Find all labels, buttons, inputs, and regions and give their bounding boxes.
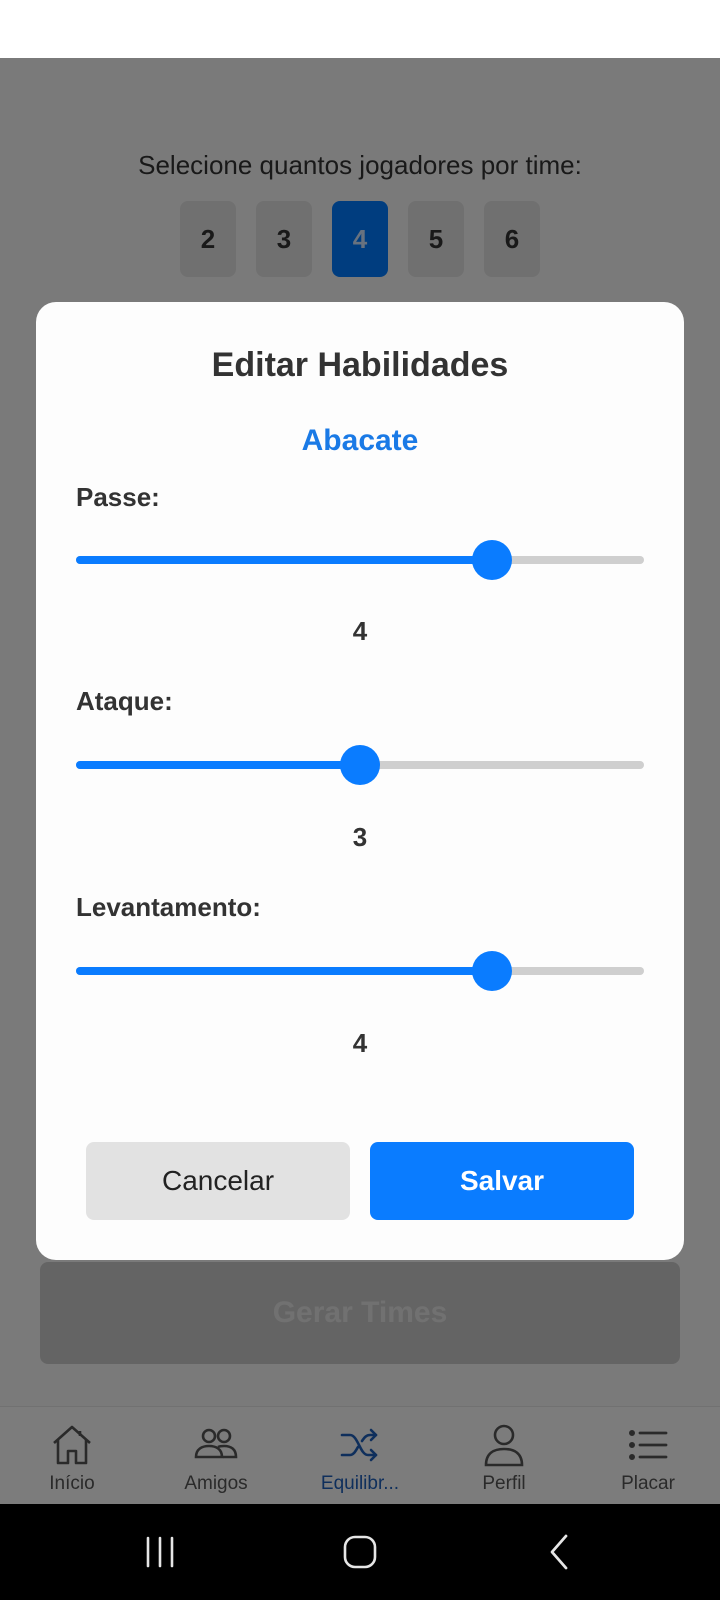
- recent-apps-icon[interactable]: [138, 1530, 182, 1574]
- skill-label-levantamento: Levantamento:: [76, 892, 261, 922]
- back-icon[interactable]: [538, 1530, 582, 1574]
- player-name: Abacate: [301, 424, 419, 457]
- status-bar: [0, 0, 720, 58]
- slider-thumb[interactable]: [472, 951, 512, 991]
- skill-label-passe: Passe:: [76, 482, 160, 512]
- slider-thumb[interactable]: [472, 540, 512, 580]
- skill-value-passe: 4: [352, 616, 368, 646]
- edit-skills-modal: Editar Habilidades Abacate Passe: 4 Ataq…: [36, 302, 684, 1260]
- slider-fill: [76, 761, 360, 769]
- home-button-icon[interactable]: [338, 1530, 382, 1574]
- slider-fill: [76, 967, 492, 975]
- slider-passe[interactable]: [76, 540, 644, 580]
- cancel-button[interactable]: Cancelar: [86, 1142, 350, 1220]
- slider-ataque[interactable]: [76, 745, 644, 785]
- slider-thumb[interactable]: [340, 745, 380, 785]
- save-button[interactable]: Salvar: [370, 1142, 634, 1220]
- skill-value-levantamento: 4: [352, 1028, 368, 1058]
- slider-levantamento[interactable]: [76, 951, 644, 991]
- slider-fill: [76, 556, 492, 564]
- system-navigation-bar: [0, 1504, 720, 1600]
- modal-title: Editar Habilidades: [211, 346, 509, 384]
- skill-label-ataque: Ataque:: [76, 686, 173, 716]
- skill-value-ataque: 3: [352, 822, 368, 852]
